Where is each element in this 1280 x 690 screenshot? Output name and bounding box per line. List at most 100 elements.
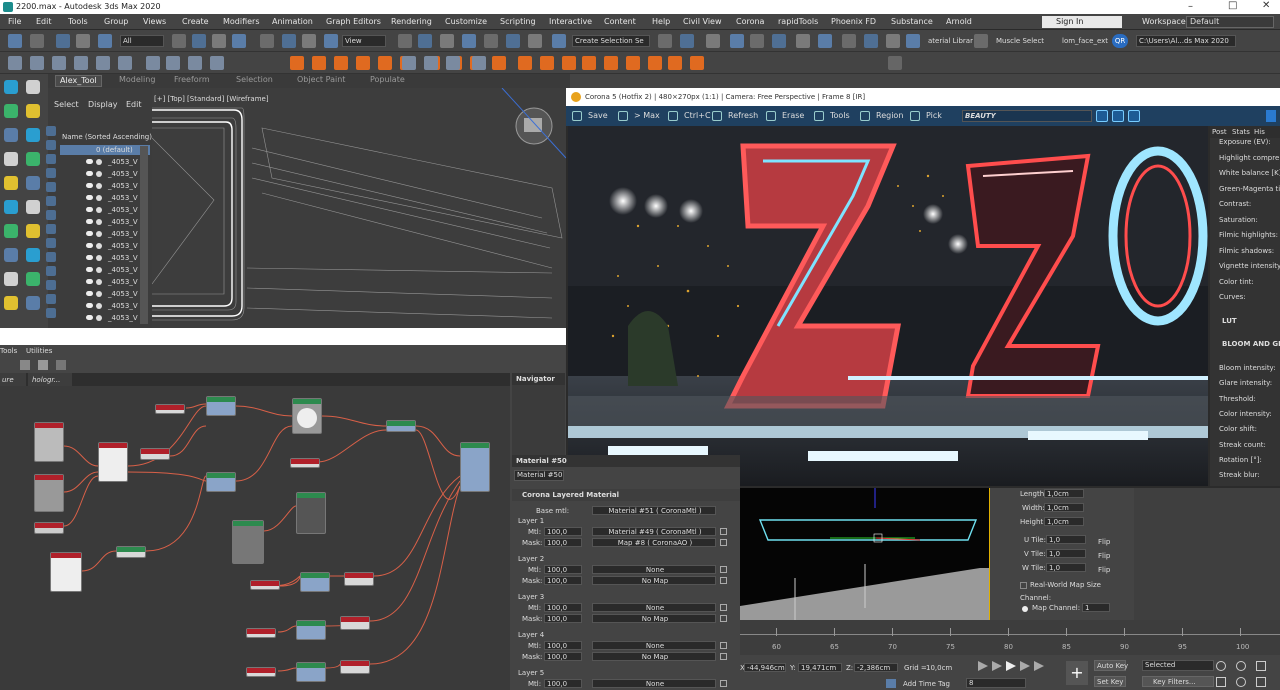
plane-icon[interactable] xyxy=(26,296,40,310)
mirror-icon[interactable] xyxy=(658,34,672,48)
sphere-icon[interactable] xyxy=(26,248,40,262)
node-texture-2[interactable] xyxy=(34,474,64,512)
node-small-6[interactable] xyxy=(246,628,276,638)
base-mtl-button[interactable]: Material #51 ( CoronaMtl ) xyxy=(592,506,716,515)
node-ao-2[interactable] xyxy=(296,492,326,534)
bloom-rollout[interactable]: BLOOM AND GL xyxy=(1222,340,1280,348)
light-icon[interactable] xyxy=(4,80,18,94)
rendered-image[interactable] xyxy=(568,126,1208,486)
menu-item-arnold[interactable]: Arnold xyxy=(946,17,972,26)
snap-3d-icon[interactable] xyxy=(462,34,476,48)
post-tab-post[interactable]: Post xyxy=(1212,128,1227,136)
ribbon-tab-alex-tool[interactable]: Alex_Tool xyxy=(55,75,102,87)
placement-icon[interactable] xyxy=(324,34,338,48)
render-icon[interactable] xyxy=(96,303,102,309)
fire-icon-18[interactable] xyxy=(668,56,682,70)
mtl-amount-spinner[interactable]: 100,0 xyxy=(544,641,582,650)
node-small-5[interactable] xyxy=(250,580,280,590)
scene-explorer-icon[interactable] xyxy=(706,34,720,48)
visibility-icon[interactable] xyxy=(86,267,93,272)
key-set-dropdown[interactable]: Selected xyxy=(1142,660,1214,671)
mtl-enable-checkbox[interactable] xyxy=(720,604,727,611)
sme-tool-icon-3[interactable] xyxy=(56,360,66,370)
script-label[interactable]: lom_face_ext xyxy=(1062,37,1108,45)
mtl-slot-button[interactable]: None xyxy=(592,603,716,612)
fire-icon-15[interactable] xyxy=(604,56,618,70)
node-small-7[interactable] xyxy=(246,667,276,677)
qr-icon[interactable]: QR xyxy=(1112,34,1128,48)
time-tag-icon[interactable] xyxy=(886,679,896,688)
selection-set-dropdown[interactable]: Create Selection Se xyxy=(572,35,650,47)
unlink-icon[interactable] xyxy=(76,34,90,48)
menu-item-help[interactable]: Help xyxy=(652,17,670,26)
render-icon[interactable] xyxy=(96,231,102,237)
mask-amount-spinner[interactable]: 100,0 xyxy=(544,538,582,547)
ribbon-tab-object-paint[interactable]: Object Paint xyxy=(293,75,349,87)
schematic-icon[interactable] xyxy=(772,34,786,48)
orbit-icon[interactable] xyxy=(1236,677,1246,687)
fire-icon-14[interactable] xyxy=(582,56,596,70)
visibility-icon[interactable] xyxy=(86,255,93,260)
node-map-5[interactable] xyxy=(344,572,374,586)
scene-column-header[interactable]: Name (Sorted Ascending) xyxy=(62,133,152,141)
layer-explorer-icon[interactable] xyxy=(730,34,744,48)
modify-icon[interactable] xyxy=(30,56,44,70)
scene-item[interactable]: _4053_V xyxy=(74,181,140,192)
menu-item-views[interactable]: Views xyxy=(143,17,166,26)
menu-item-substance[interactable]: Substance xyxy=(891,17,933,26)
sme-menu-utilities[interactable]: Utilities xyxy=(26,347,52,355)
align-icon[interactable] xyxy=(680,34,694,48)
visibility-icon[interactable] xyxy=(86,207,93,212)
fire-icon-2[interactable] xyxy=(312,56,326,70)
render-icon[interactable] xyxy=(864,34,878,48)
sme-view-tab-1[interactable]: ure xyxy=(0,373,26,386)
render-icon[interactable] xyxy=(96,267,102,273)
scene-item[interactable]: _4053_V xyxy=(74,313,140,324)
node-small-4[interactable] xyxy=(290,458,320,468)
node-map-1[interactable] xyxy=(206,396,236,416)
scene-item[interactable]: _4053_V xyxy=(74,193,140,204)
material-name-field[interactable]: Material #50 xyxy=(514,470,564,481)
menu-item-graph-editors[interactable]: Graph Editors xyxy=(326,17,381,26)
camera-filter-icon[interactable] xyxy=(46,140,56,150)
graph-editor-icon[interactable] xyxy=(750,34,764,48)
scene-tab-edit[interactable]: Edit xyxy=(126,100,142,109)
fire-icon-5[interactable] xyxy=(378,56,392,70)
ribbon-tab-selection[interactable]: Selection xyxy=(232,75,277,87)
geometry-filter-icon[interactable] xyxy=(46,196,56,206)
helper-filter-icon[interactable] xyxy=(46,168,56,178)
minimize-icon[interactable]: – xyxy=(1188,1,1193,12)
bottom-filter-icon[interactable] xyxy=(46,308,56,318)
current-frame-field[interactable]: 8 xyxy=(966,678,1026,688)
set-key-button[interactable]: Set Key xyxy=(1094,676,1126,687)
lut-rollout[interactable]: LUT xyxy=(1222,317,1237,325)
mask-slot-button[interactable]: No Map xyxy=(592,576,716,585)
redo-icon[interactable] xyxy=(30,34,44,48)
scene-item[interactable]: _4053_V xyxy=(74,253,140,264)
auto-key-button[interactable]: Auto Key xyxy=(1094,660,1128,671)
visibility-icon[interactable] xyxy=(86,219,93,224)
helpers-icon[interactable] xyxy=(26,176,40,190)
light-filter-icon[interactable] xyxy=(46,154,56,164)
visibility-icon[interactable] xyxy=(86,303,93,308)
reference-coord-dropdown[interactable]: View xyxy=(342,35,386,47)
material-icon[interactable] xyxy=(166,56,180,70)
torus-icon[interactable] xyxy=(26,272,40,286)
map-channel-radio[interactable] xyxy=(1022,606,1028,612)
select-manipulate-icon[interactable] xyxy=(418,34,432,48)
container-filter-icon[interactable] xyxy=(46,224,56,234)
rollout-header[interactable]: Corona Layered Material xyxy=(512,489,740,501)
angle-snap-icon[interactable] xyxy=(484,34,498,48)
scene-item[interactable]: _4053_V xyxy=(74,229,140,240)
hidden-filter-icon[interactable] xyxy=(46,266,56,276)
scene-item[interactable]: _4053_V xyxy=(74,205,140,216)
mask-enable-checkbox[interactable] xyxy=(720,539,727,546)
pan-icon[interactable] xyxy=(1216,677,1226,687)
mtl-slot-button[interactable]: None xyxy=(592,565,716,574)
fire-icon-11[interactable] xyxy=(518,56,532,70)
mtl-enable-checkbox[interactable] xyxy=(720,566,727,573)
render-icon[interactable] xyxy=(96,195,102,201)
node-map-4[interactable] xyxy=(300,572,330,592)
mtl-slot-button[interactable]: None xyxy=(592,679,716,688)
mask-slot-button[interactable]: No Map xyxy=(592,652,716,661)
